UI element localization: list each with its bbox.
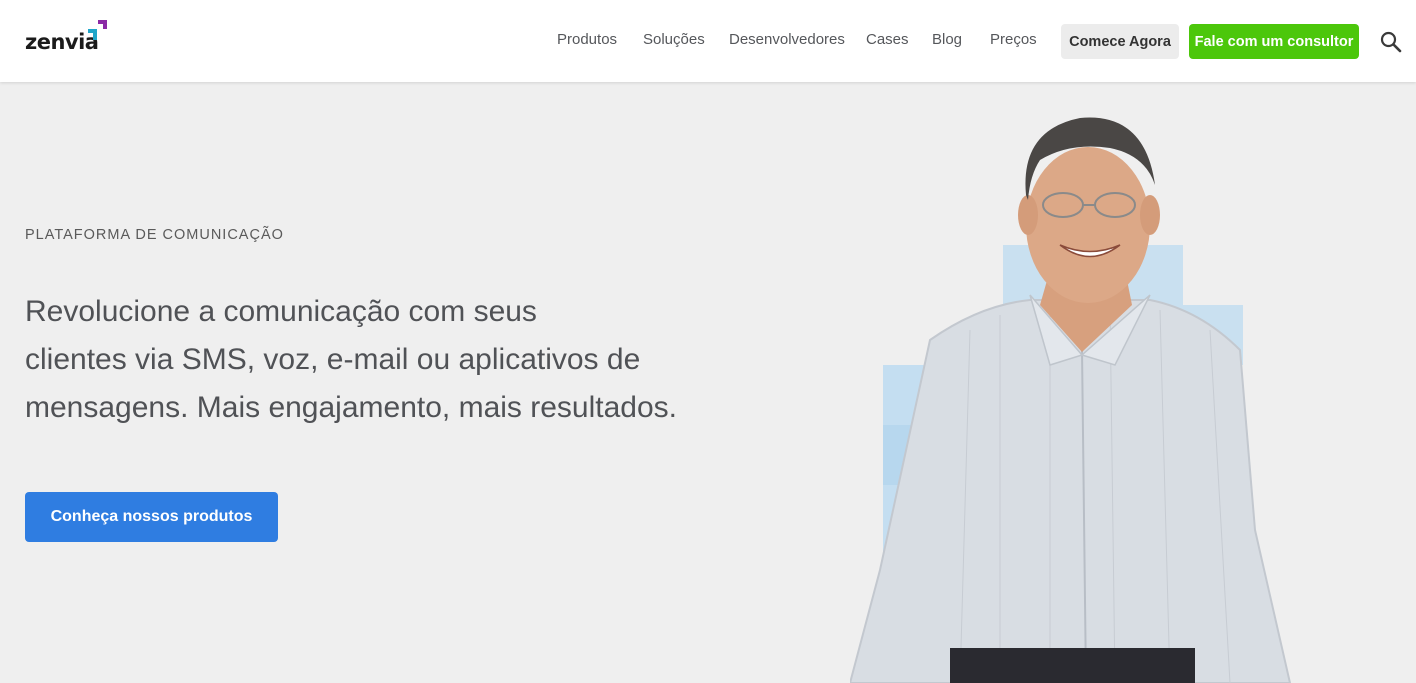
conheca-produtos-button[interactable]: Conheça nossos produtos bbox=[25, 492, 278, 542]
headline-line: Revolucione a comunicação com seus bbox=[25, 295, 537, 328]
search-icon[interactable] bbox=[1378, 29, 1404, 55]
fale-consultor-button[interactable]: Fale com um consultor bbox=[1189, 24, 1359, 59]
hero-person-image bbox=[850, 117, 1292, 683]
zenvia-logo[interactable]: zenvia bbox=[25, 20, 111, 54]
logo-mark-icon bbox=[88, 20, 107, 40]
headline-line: clientes via SMS, voz, e-mail ou aplicat… bbox=[25, 343, 641, 376]
nav-blog[interactable]: Blog bbox=[932, 31, 962, 48]
comece-agora-button[interactable]: Comece Agora bbox=[1061, 24, 1179, 59]
headline-line: mensagens. Mais engajamento, mais result… bbox=[25, 391, 678, 424]
nav-solucoes[interactable]: Soluções bbox=[643, 31, 705, 48]
nav-desenvolvedores[interactable]: Desenvolvedores bbox=[729, 31, 845, 48]
nav-produtos[interactable]: Produtos bbox=[557, 31, 617, 48]
hero-headline: Revolucione a comunicação com seus clien… bbox=[25, 288, 715, 432]
nav-cases[interactable]: Cases bbox=[866, 31, 909, 48]
hero-eyebrow: PLATAFORMA DE COMUNICAÇÃO bbox=[25, 227, 284, 243]
nav-precos[interactable]: Preços bbox=[990, 31, 1037, 48]
site-header: zenvia Produtos Soluções Desenvolvedores… bbox=[0, 0, 1416, 82]
